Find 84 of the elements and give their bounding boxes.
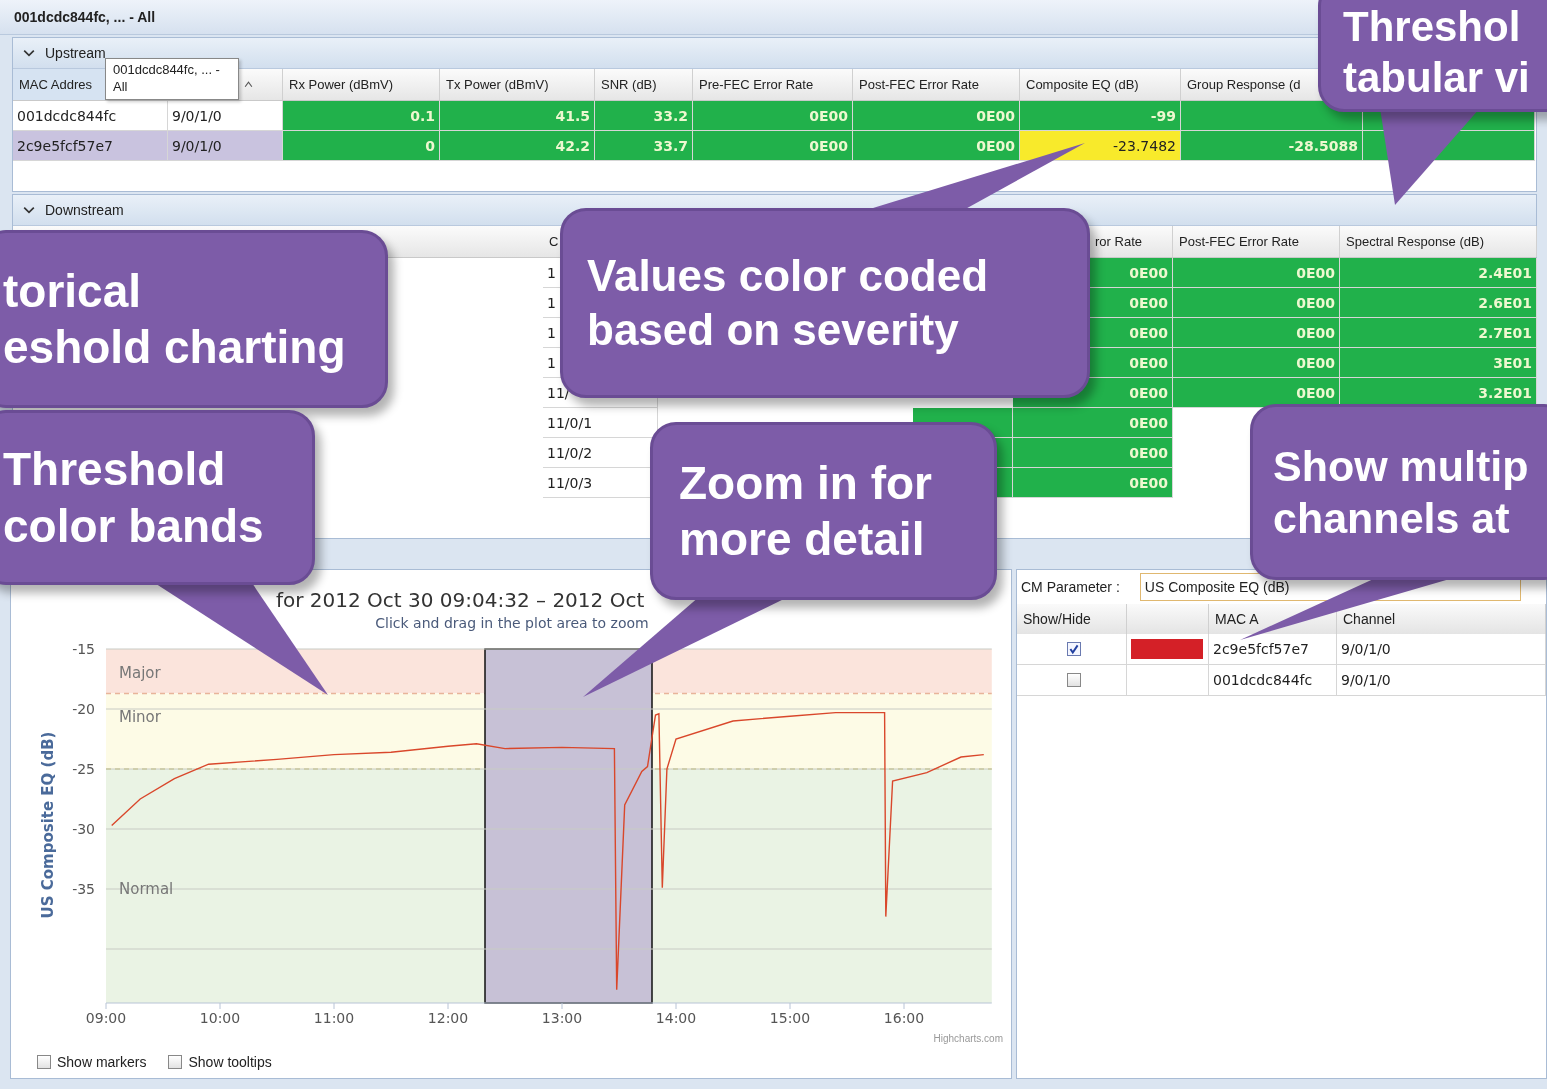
checkbox[interactable] bbox=[1066, 673, 1081, 687]
table-cell: 0E00 bbox=[853, 131, 1020, 161]
table-cell: 2.6E01 bbox=[1340, 288, 1537, 318]
table-cell: 2c9e5fcf57e7 bbox=[13, 131, 168, 161]
tooltip: 001dcdc844fc, ... - All bbox=[105, 58, 239, 100]
callout-text: Zoom in for more detail bbox=[678, 455, 932, 567]
section-title: Downstream bbox=[45, 202, 124, 218]
table-cell: 3E01 bbox=[1340, 348, 1537, 378]
table-cell: 0E00 bbox=[1013, 438, 1173, 468]
axis-tick-label: 10:00 bbox=[199, 1010, 241, 1026]
axis-tick-label: -15 bbox=[72, 641, 95, 657]
column-header[interactable]: Group Response (d bbox=[1187, 77, 1301, 92]
axis-title: US Composite EQ (dB) bbox=[39, 731, 57, 919]
table-cell: 0E00 bbox=[853, 101, 1020, 131]
column-header[interactable]: SNR (dB) bbox=[601, 77, 657, 92]
chevron-icon[interactable] bbox=[23, 206, 35, 214]
table-cell: 0E00 bbox=[1173, 288, 1340, 318]
axis-tick-label: 09:00 bbox=[85, 1010, 127, 1026]
chart-subtitle: Click and drag in the plot area to zoom bbox=[375, 615, 649, 631]
zoom-selection[interactable] bbox=[484, 648, 653, 1004]
callout-text: torical eshold charting bbox=[2, 263, 346, 375]
callout-text: Threshold color bands bbox=[2, 442, 264, 554]
column-header[interactable]: Show/Hide bbox=[1023, 611, 1091, 627]
axis-tick-label: 13:00 bbox=[541, 1010, 583, 1026]
column-header[interactable]: Spectral Response (dB) bbox=[1346, 234, 1484, 249]
table-cell: 0E00 bbox=[1173, 378, 1340, 408]
chevron-icon[interactable] bbox=[23, 49, 35, 57]
window-title: 001dcdc844fc, ... - All bbox=[14, 9, 156, 25]
table-cell: -23.7482 bbox=[1020, 131, 1181, 161]
table-cell: 42.2 bbox=[440, 131, 595, 161]
checkbox[interactable] bbox=[37, 1055, 51, 1069]
column-header[interactable]: MAC Addres bbox=[19, 77, 92, 92]
table-cell: 9/0/1/0 bbox=[1337, 634, 1546, 664]
column-header[interactable]: Pre-FEC Error Rate bbox=[699, 77, 814, 92]
axis-tick-label: 15:00 bbox=[769, 1010, 811, 1026]
column-header[interactable]: Post-FEC Error Rate bbox=[1179, 234, 1299, 249]
table-cell: 33.2 bbox=[595, 101, 693, 131]
table-cell: 0E00 bbox=[693, 131, 853, 161]
table-cell: 0E00 bbox=[693, 101, 853, 131]
axis-tick-label: -30 bbox=[72, 821, 95, 837]
column-header[interactable]: ror Rate bbox=[1095, 234, 1142, 249]
table-cell: 0E00 bbox=[1173, 348, 1340, 378]
table-cell: 0E00 bbox=[1173, 318, 1340, 348]
axis-tick-label: 14:00 bbox=[655, 1010, 697, 1026]
column-header[interactable]: Rx Power (dBmV) bbox=[289, 77, 394, 92]
table-cell: 33.7 bbox=[595, 131, 693, 161]
axis-tick-label: -25 bbox=[72, 761, 95, 777]
table-cell: -28.5088 bbox=[1181, 131, 1363, 161]
band-label: Minor bbox=[119, 708, 161, 727]
checkbox[interactable] bbox=[1066, 642, 1081, 656]
checkbox-label[interactable]: Show markers bbox=[57, 1054, 147, 1070]
axis-tick-label: -35 bbox=[72, 881, 95, 897]
table-cell: 9/0/1/0 bbox=[168, 131, 283, 161]
axis-tick-label: 11:00 bbox=[313, 1010, 355, 1026]
axis-tick-label: -20 bbox=[72, 701, 95, 717]
checkbox-label[interactable]: Show tooltips bbox=[188, 1054, 272, 1070]
column-header[interactable]: Tx Power (dBmV) bbox=[446, 77, 549, 92]
table-cell: 0 bbox=[283, 131, 440, 161]
table-cell: 0E00 bbox=[1013, 408, 1173, 438]
table-cell: 2.7E01 bbox=[1340, 318, 1537, 348]
axis-tick-label: 12:00 bbox=[427, 1010, 469, 1026]
table-row[interactable]: 2c9e5fcf57e7 9/0/1/0 0 42.2 33.7 0E00 0E00 -23.7482 -28.5088 bbox=[13, 131, 1536, 161]
table-cell: 41.5 bbox=[440, 101, 595, 131]
table-cell: 0E00 bbox=[1013, 468, 1173, 498]
checkbox[interactable] bbox=[168, 1055, 183, 1069]
band-label: Normal bbox=[119, 880, 174, 898]
section-title: Upstream bbox=[45, 45, 106, 61]
band-label: Major bbox=[119, 664, 161, 682]
callout-text: Show multip channels at bbox=[1272, 440, 1529, 544]
column-header[interactable]: Post-FEC Error Rate bbox=[859, 77, 979, 92]
chart-title: for 2012 Oct 30 09:04:32 – 2012 Oct bbox=[276, 588, 645, 612]
table-cell: 2.4E01 bbox=[1340, 258, 1537, 288]
column-header[interactable]: C bbox=[549, 234, 559, 249]
field-label: CM Parameter : bbox=[1021, 579, 1120, 595]
table-cell: 9/0/1/0 bbox=[1337, 665, 1546, 695]
table-cell: 0E00 bbox=[1173, 258, 1340, 288]
table-cell: 0.1 bbox=[283, 101, 440, 131]
sort-icon[interactable] bbox=[244, 80, 253, 89]
table-cell: 001dcdc844fc bbox=[1209, 665, 1337, 695]
axis-tick-label: 16:00 bbox=[883, 1010, 925, 1026]
column-header[interactable]: MAC A bbox=[1215, 611, 1259, 627]
column-header[interactable]: Channel bbox=[1343, 611, 1396, 627]
column-header[interactable]: Composite EQ (dB) bbox=[1026, 77, 1139, 92]
table-cell: -99 bbox=[1020, 101, 1181, 131]
